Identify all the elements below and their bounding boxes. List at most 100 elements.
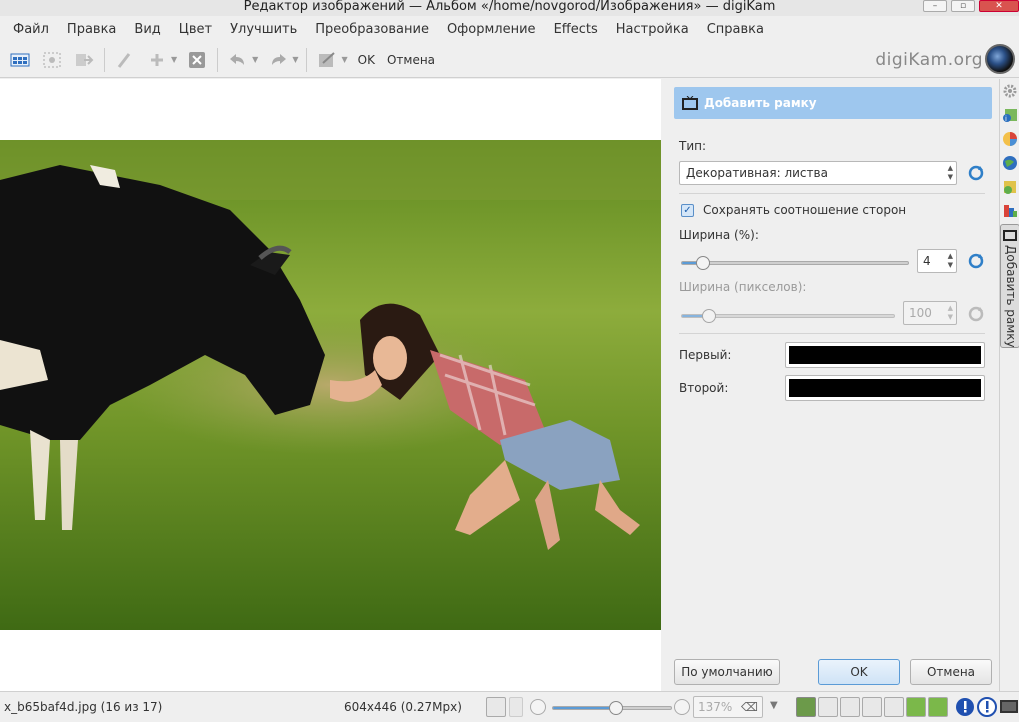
zoom-input[interactable]: 137% ⌫	[693, 696, 763, 718]
fullscreen-icon[interactable]	[999, 697, 1019, 717]
colors-icon[interactable]	[1002, 131, 1018, 147]
status-filename: x_b65baf4d.jpg (16 из 17)	[4, 700, 163, 714]
second-color-button[interactable]	[785, 375, 985, 401]
width-pct-value: 4	[923, 254, 931, 268]
overexposure-icon[interactable]	[977, 697, 997, 717]
width-pct-spinbox[interactable]: 4 ▲ ▼	[917, 249, 957, 273]
menu-file[interactable]: Файл	[4, 22, 58, 37]
gear-icon[interactable]	[1002, 83, 1018, 99]
clear-zoom-icon[interactable]: ⌫	[741, 697, 758, 717]
menu-decorate[interactable]: Оформление	[438, 22, 545, 37]
undo-dropdown-icon[interactable]: ▼	[252, 55, 258, 64]
add-icon[interactable]	[144, 47, 170, 73]
redo-dropdown-icon[interactable]: ▼	[292, 55, 298, 64]
view-target-icon[interactable]	[906, 697, 926, 717]
second-color-label: Второй:	[679, 381, 729, 395]
frame-icon	[682, 96, 698, 110]
menu-effects[interactable]: Effects	[545, 22, 607, 37]
apply-tool-icon[interactable]	[314, 47, 340, 73]
fit-window-icon[interactable]	[486, 697, 506, 717]
status-bar: x_b65baf4d.jpg (16 из 17) 604x446 (0.27M…	[0, 691, 1019, 722]
zoom-value: 137%	[698, 700, 733, 714]
underexposure-icon[interactable]	[955, 697, 975, 717]
menu-transform[interactable]: Преобразование	[306, 22, 438, 37]
view-split-horizontal-icon[interactable]	[840, 697, 860, 717]
digikam-logo-icon[interactable]	[985, 44, 1015, 74]
export-icon[interactable]	[71, 47, 97, 73]
frame-icon	[1003, 230, 1017, 241]
width-px-slider-handle[interactable]	[702, 309, 716, 323]
zoom-slider-handle[interactable]	[609, 701, 623, 715]
toolbar-ok-button[interactable]: OK	[358, 53, 375, 67]
width-px-slider[interactable]	[681, 309, 895, 323]
second-color-swatch	[789, 379, 981, 397]
main-toolbar: ▼ ▼ ▼ ▼ OK Отмена digiKam.org	[0, 42, 1019, 78]
type-select[interactable]: Декоративная: листва ▲ ▼	[679, 161, 957, 185]
undo-icon[interactable]	[225, 47, 251, 73]
width-pct-label: Ширина (%):	[679, 228, 759, 242]
reset-width-pct-icon[interactable]	[967, 252, 985, 270]
metadata-icon[interactable]	[1002, 179, 1018, 195]
spin-arrows-icon[interactable]: ▲ ▼	[948, 252, 953, 270]
maximize-button[interactable]: ▫	[951, 0, 975, 12]
thumbbar-icon[interactable]	[7, 47, 33, 73]
first-color-label: Первый:	[679, 348, 732, 362]
width-pct-slider[interactable]	[681, 256, 909, 270]
first-color-button[interactable]	[785, 342, 985, 368]
reset-width-px-icon[interactable]	[967, 305, 985, 323]
toolbar-cancel-button[interactable]: Отмена	[387, 53, 435, 67]
default-button[interactable]: По умолчанию	[674, 659, 780, 685]
view-split-vertical-icon[interactable]	[818, 697, 838, 717]
properties-icon[interactable]: i	[1002, 107, 1018, 123]
view-original-icon[interactable]	[796, 697, 816, 717]
keep-ratio-label: Сохранять соотношение сторон	[703, 203, 907, 217]
menu-settings[interactable]: Настройка	[607, 22, 698, 37]
width-px-spinbox[interactable]: 100 ▲ ▼	[903, 301, 957, 325]
tool-title: Добавить рамку	[704, 96, 817, 110]
menu-color[interactable]: Цвет	[170, 22, 221, 37]
window-titlebar: Редактор изображений — Альбом «/home/nov…	[0, 0, 1019, 16]
view-preview-icon[interactable]	[928, 697, 948, 717]
zoom-dropdown-icon[interactable]: ▼	[770, 700, 778, 711]
close-window-button[interactable]: ✕	[979, 0, 1019, 12]
menu-view[interactable]: Вид	[125, 22, 169, 37]
preview-image[interactable]	[0, 140, 661, 630]
spin-arrows-icon[interactable]: ▲ ▼	[948, 304, 953, 322]
menu-enhance[interactable]: Улучшить	[221, 22, 306, 37]
view-both-horizontal-icon[interactable]	[884, 697, 904, 717]
window-controls: – ▫ ✕	[923, 0, 1019, 14]
menubar: Файл Правка Вид Цвет Улучшить Преобразов…	[0, 17, 1019, 41]
select-icon[interactable]	[39, 47, 65, 73]
toolbar-separator	[104, 47, 105, 72]
tool-settings-panel: Добавить рамку Тип: Декоративная: листва…	[669, 79, 999, 691]
menu-help[interactable]: Справка	[698, 22, 773, 37]
delete-icon[interactable]	[184, 47, 210, 73]
redo-icon[interactable]	[265, 47, 291, 73]
image-canvas[interactable]	[0, 79, 661, 691]
zoom-out-icon[interactable]	[530, 699, 546, 715]
type-label: Тип:	[679, 139, 707, 153]
geolocation-icon[interactable]	[1002, 155, 1018, 171]
tools-icon[interactable]	[1002, 203, 1018, 219]
zoom-slider[interactable]	[552, 701, 672, 715]
zoom-100-icon[interactable]	[509, 697, 523, 717]
apply-tool-dropdown-icon[interactable]: ▼	[341, 55, 347, 64]
minimize-button[interactable]: –	[923, 0, 947, 12]
width-pct-slider-handle[interactable]	[696, 256, 710, 270]
separator	[679, 193, 985, 194]
view-both-vertical-icon[interactable]	[862, 697, 882, 717]
reset-type-icon[interactable]	[967, 164, 985, 182]
width-px-value: 100	[909, 306, 932, 320]
zoom-slider-fill	[553, 707, 615, 709]
window-title: Редактор изображений — Альбом «/home/nov…	[243, 0, 776, 14]
add-dropdown-icon[interactable]: ▼	[171, 55, 177, 64]
ok-button[interactable]: OK	[818, 659, 900, 685]
zoom-in-icon[interactable]	[674, 699, 690, 715]
panel-splitter[interactable]	[661, 79, 669, 691]
cancel-button[interactable]: Отмена	[910, 659, 992, 685]
keep-ratio-checkbox[interactable]: ✓	[681, 204, 694, 217]
width-px-label: Ширина (пикселов):	[679, 280, 807, 294]
brush-icon[interactable]	[112, 47, 138, 73]
sidebar-tab-add-frame[interactable]: Добавить рамку	[1000, 224, 1019, 348]
menu-edit[interactable]: Правка	[58, 22, 125, 37]
